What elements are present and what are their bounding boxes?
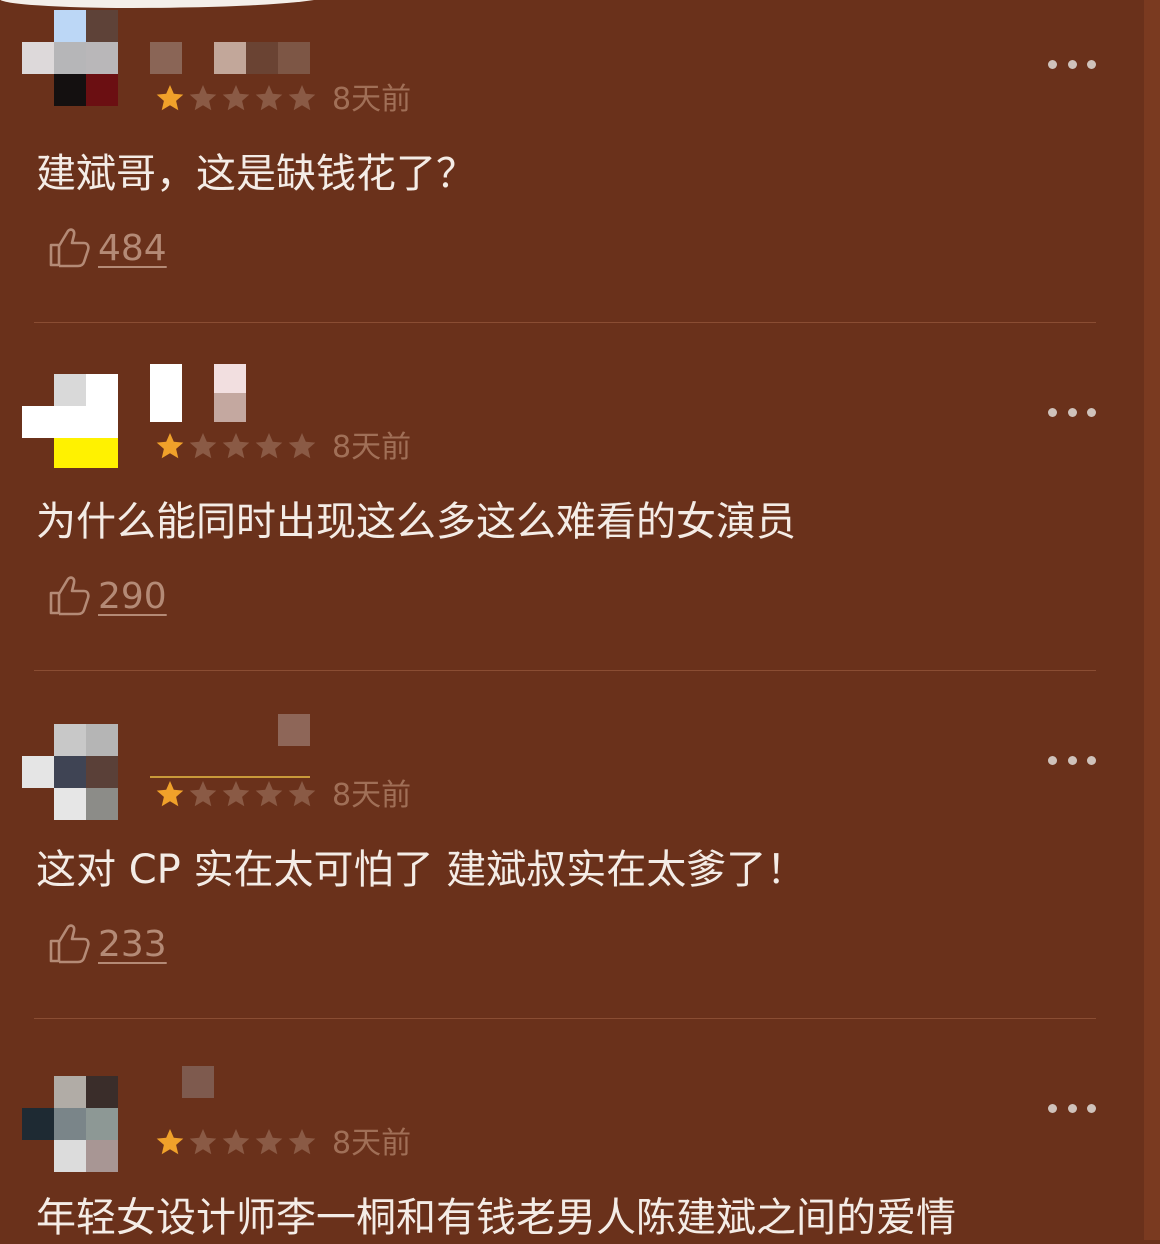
more-options-button[interactable] <box>1048 52 1096 76</box>
thumb-up-icon <box>49 228 90 268</box>
star-icon <box>188 431 221 461</box>
star-icon <box>221 779 254 809</box>
scroll-edge <box>1144 0 1160 1240</box>
star-rating <box>155 431 320 461</box>
username-blurred[interactable] <box>150 42 320 74</box>
star-rating <box>155 1127 320 1157</box>
comment-time: 8天前 <box>332 778 412 813</box>
divider <box>34 1018 1096 1019</box>
like-button[interactable]: 233 <box>46 916 167 972</box>
more-options-button[interactable] <box>1048 400 1096 424</box>
comment-text: 建斌哥，这是缺钱花了？ <box>36 151 476 197</box>
like-count: 233 <box>98 923 167 965</box>
comment-feed: 8天前 建斌哥，这是缺钱花了？ 484 8天前 为什么能同时出现这么多这么难看的… <box>0 0 1144 1241</box>
more-options-button[interactable] <box>1048 748 1096 772</box>
thumb-up-icon <box>49 924 90 964</box>
star-icon <box>254 779 287 809</box>
avatar[interactable] <box>22 10 118 106</box>
more-dots-icon <box>1048 407 1057 417</box>
comment-time: 8天前 <box>332 82 412 117</box>
star-icon <box>188 779 221 809</box>
star-icon <box>188 1127 221 1157</box>
star-icon <box>155 83 188 113</box>
star-icon <box>155 1127 188 1157</box>
more-options-button[interactable] <box>1048 1096 1096 1120</box>
avatar[interactable] <box>22 706 118 820</box>
divider <box>34 322 1096 323</box>
star-icon <box>221 83 254 113</box>
comment-text: 为什么能同时出现这么多这么难看的女演员 <box>36 499 796 545</box>
star-icon <box>221 1127 254 1157</box>
like-count: 484 <box>98 227 167 269</box>
more-dots-icon <box>1048 59 1057 69</box>
comment-text: 年轻女设计师李一桐和有钱老男人陈建斌之间的爱情 <box>36 1195 956 1241</box>
star-icon <box>287 1127 320 1157</box>
star-icon <box>287 779 320 809</box>
username-blurred[interactable] <box>150 1066 320 1098</box>
star-icon <box>188 83 221 113</box>
more-dots-icon <box>1048 1103 1057 1113</box>
star-icon <box>254 1127 287 1157</box>
star-rating <box>155 779 320 809</box>
star-icon <box>287 431 320 461</box>
avatar[interactable] <box>22 1054 118 1172</box>
divider <box>34 670 1096 671</box>
comment-time: 8天前 <box>332 430 412 465</box>
like-button[interactable]: 290 <box>46 568 167 624</box>
star-icon <box>155 431 188 461</box>
comment-time: 8天前 <box>332 1126 412 1161</box>
username-blurred[interactable] <box>150 364 320 422</box>
more-dots-icon <box>1048 755 1057 765</box>
star-rating <box>155 83 320 113</box>
star-icon <box>155 779 188 809</box>
thumb-up-icon <box>49 576 90 616</box>
star-icon <box>254 83 287 113</box>
like-count: 290 <box>98 575 167 617</box>
username-blurred[interactable] <box>150 714 320 778</box>
avatar[interactable] <box>22 358 118 468</box>
star-icon <box>254 431 287 461</box>
like-button[interactable]: 484 <box>46 220 167 276</box>
star-icon <box>287 83 320 113</box>
star-icon <box>221 431 254 461</box>
comment-text: 这对 CP 实在太可怕了 建斌叔实在太爹了！ <box>36 847 807 893</box>
